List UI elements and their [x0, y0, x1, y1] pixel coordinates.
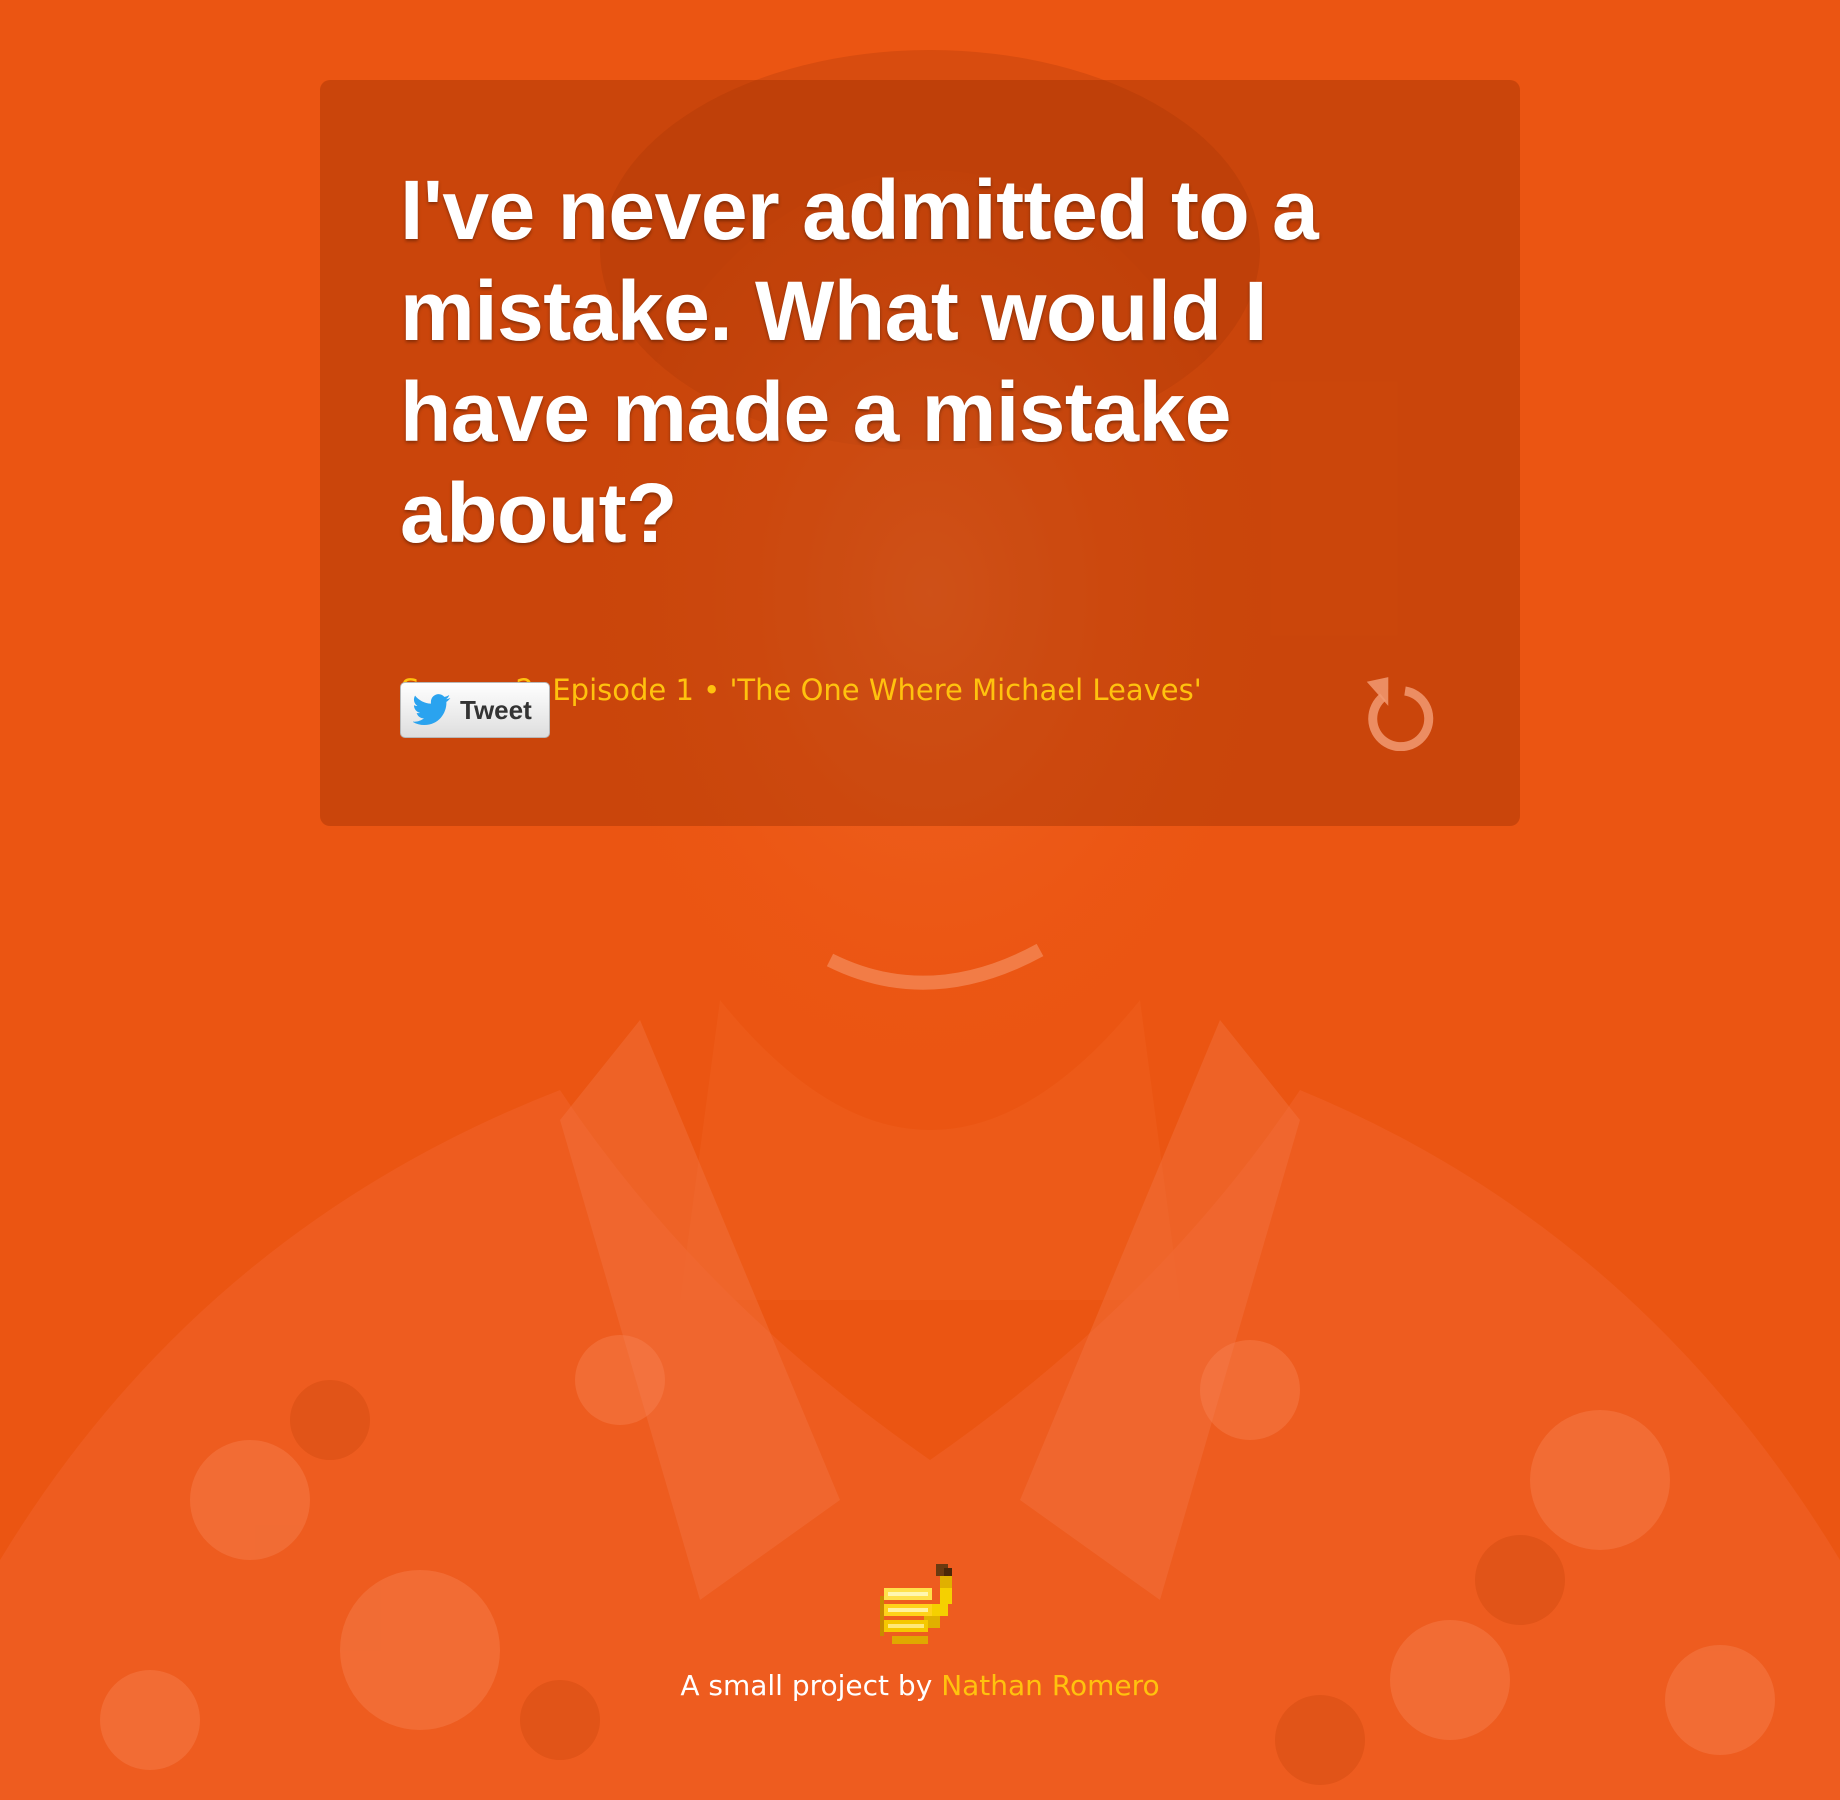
twitter-bird-icon	[413, 694, 451, 726]
quote-text: I've never admitted to a mistake. What w…	[400, 163, 1319, 560]
banana-icon	[880, 1564, 952, 1644]
credit-prefix: A small project by	[680, 1669, 933, 1702]
footer: A small project by Nathan Romero	[0, 1560, 1840, 1702]
quote-card: I've never admitted to a mistake. What w…	[320, 80, 1520, 826]
author-link[interactable]: Nathan Romero	[941, 1669, 1160, 1702]
tweet-button[interactable]: Tweet	[400, 682, 550, 738]
tweet-label: Tweet	[460, 694, 532, 725]
refresh-icon[interactable]	[1365, 673, 1437, 751]
credit-line: A small project by Nathan Romero	[0, 1669, 1840, 1702]
